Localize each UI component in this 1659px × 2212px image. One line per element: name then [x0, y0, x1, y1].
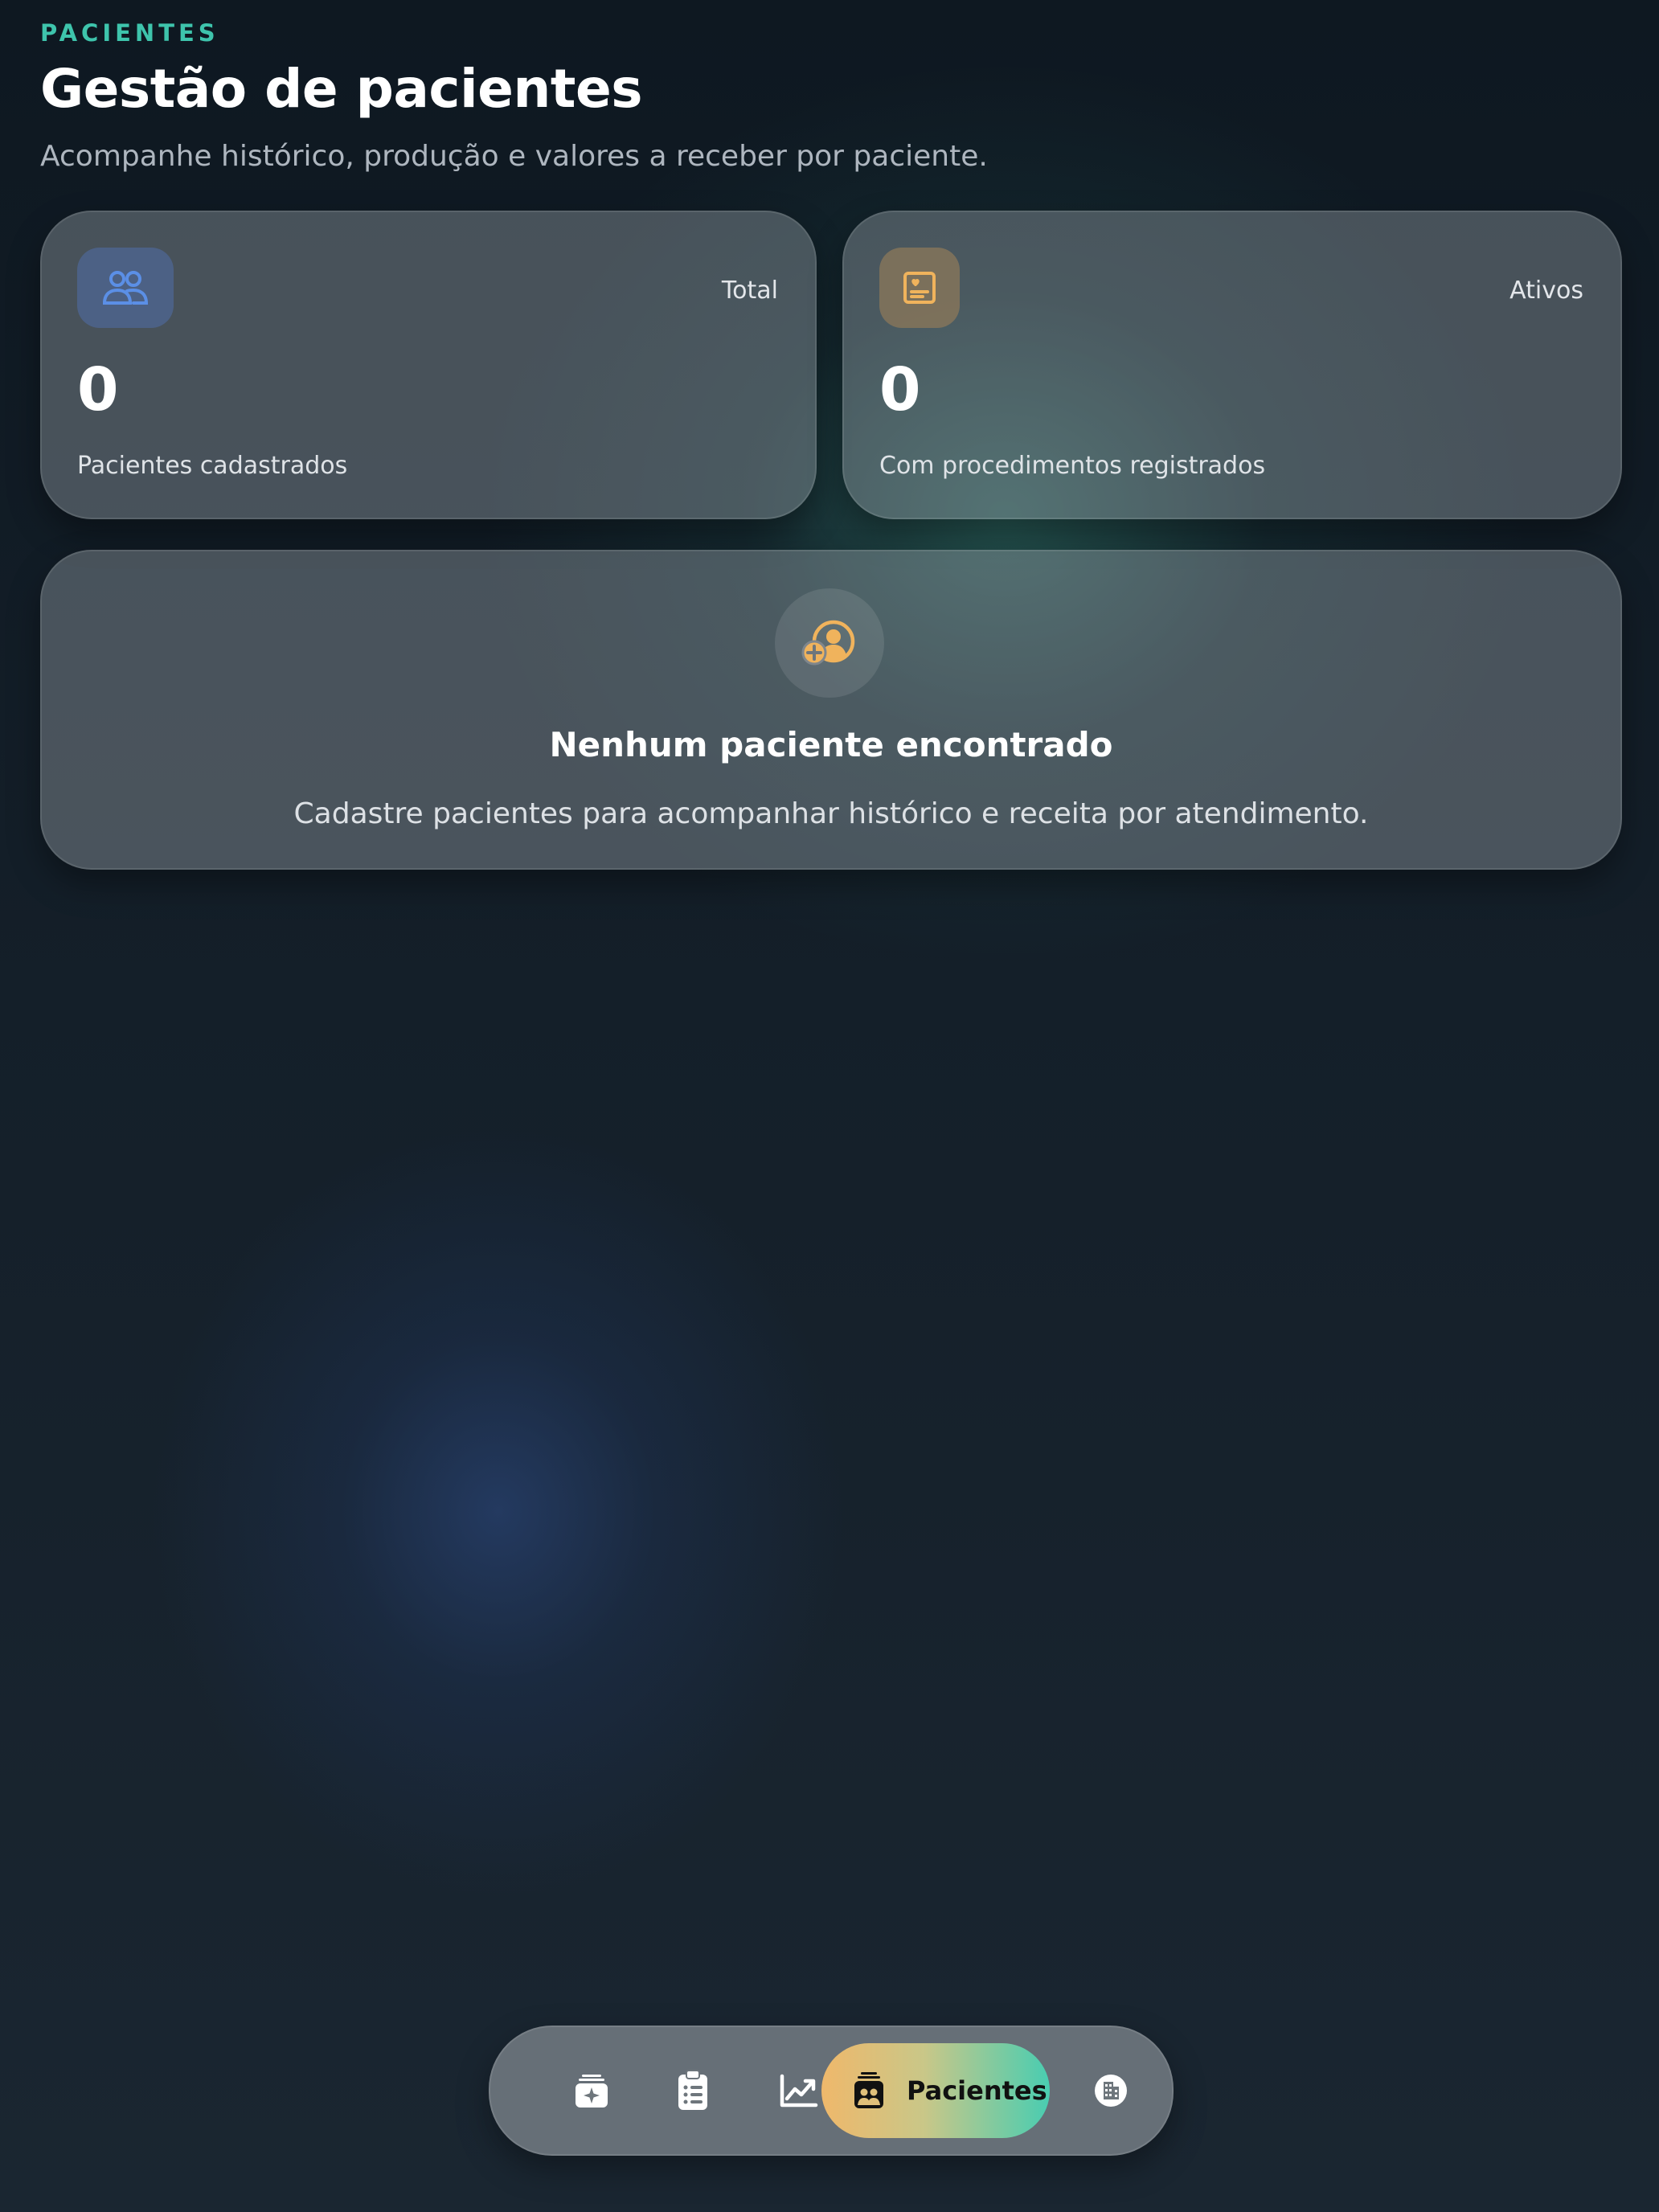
stat-label-total: Total [721, 276, 778, 305]
empty-state-description: Cadastre pacientes para acompanhar histó… [293, 797, 1369, 830]
section-eyebrow: PACIENTES [40, 19, 219, 47]
clipboard-list-icon [678, 2070, 707, 2110]
tab-agenda[interactable] [551, 2043, 632, 2138]
stat-description-total: Pacientes cadastrados [77, 452, 348, 480]
calendar-sparkle-icon [576, 2075, 608, 2108]
users-icon-tile [77, 248, 174, 328]
stat-label-active: Ativos [1509, 276, 1583, 305]
stat-value-total: 0 [77, 355, 119, 424]
medical-record-icon [903, 272, 936, 304]
page-title: Gestão de pacientes [40, 58, 642, 120]
stat-value-active: 0 [879, 355, 921, 424]
page-subtitle: Acompanhe histórico, produção e valores … [40, 140, 988, 173]
stat-card-total: Total 0 Pacientes cadastrados [40, 211, 817, 519]
empty-state-icon-circle [775, 588, 884, 698]
patients-icon [854, 2072, 883, 2108]
add-patient-icon [801, 620, 855, 666]
stat-card-active: Ativos 0 Com procedimentos registrados [842, 211, 1622, 519]
building-icon [1095, 2075, 1127, 2107]
empty-state-title: Nenhum paciente encontrado [549, 725, 1113, 764]
medical-record-icon-tile [879, 248, 960, 328]
tab-procedures[interactable] [653, 2043, 733, 2138]
tab-patients-label: Pacientes [907, 2075, 1047, 2106]
chart-trend-icon [780, 2074, 818, 2108]
tab-patients[interactable]: Pacientes [821, 2043, 1050, 2138]
users-icon [102, 271, 149, 305]
bottom-tab-bar: Pacientes [489, 2026, 1174, 2156]
tab-clinic[interactable] [1071, 2043, 1151, 2138]
empty-state-card: Nenhum paciente encontrado Cadastre paci… [40, 550, 1622, 870]
stat-description-active: Com procedimentos registrados [879, 452, 1266, 480]
